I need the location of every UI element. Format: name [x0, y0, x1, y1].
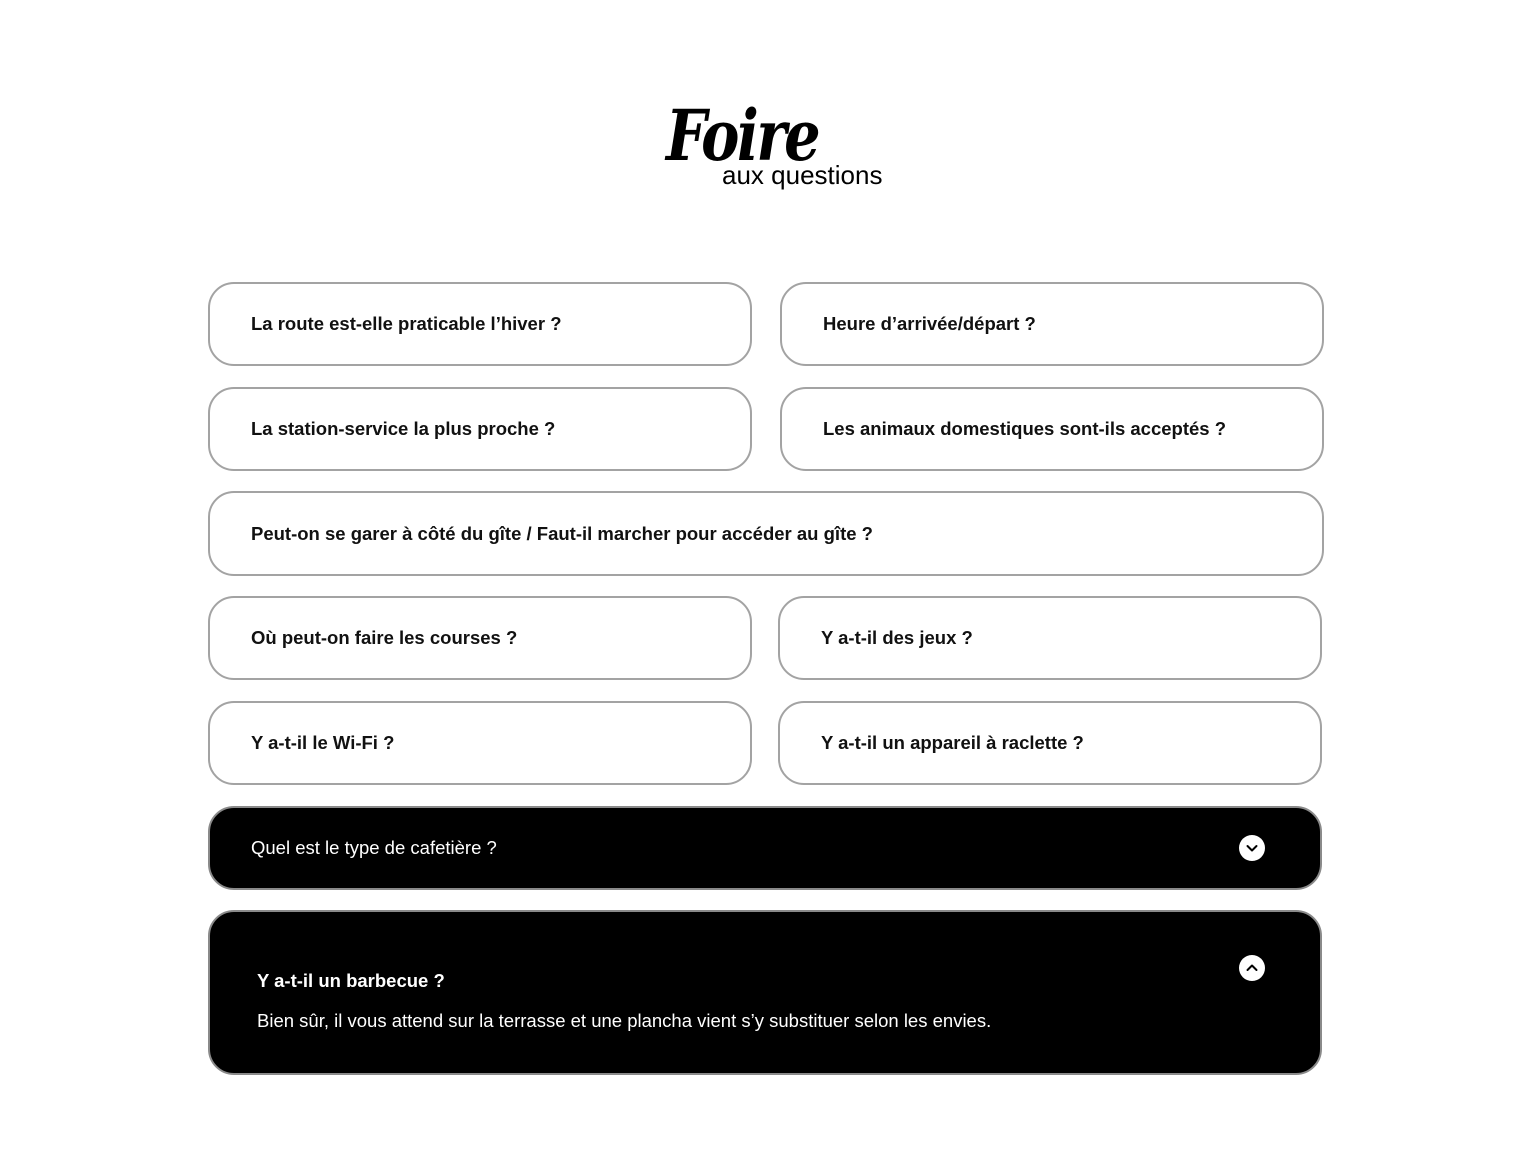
faq-question: Les animaux domestiques sont-ils accepté… [823, 418, 1227, 439]
page-title-sub: aux questions [722, 160, 883, 190]
faq-item-arrival-departure[interactable]: Heure d’arrivée/départ ? [780, 282, 1324, 366]
faq-question: Peut-on se garer à côté du gîte / Faut-i… [251, 522, 873, 544]
page-title: Foire aux questions [664, 96, 904, 206]
faq-question: La route est-elle praticable l’hiver ? [251, 313, 562, 334]
faq-question: Quel est le type de cafetière ? [251, 837, 497, 858]
faq-question: La station-service la plus proche ? [251, 418, 556, 439]
faq-item-parking[interactable]: Peut-on se garer à côté du gîte / Faut-i… [208, 491, 1324, 576]
faq-question: Y a-t-il des jeux ? [821, 627, 973, 648]
faq-item-barbecue[interactable]: Y a-t-il un barbecue ? Bien sûr, il vous… [208, 910, 1322, 1075]
faq-item-groceries[interactable]: Où peut-on faire les courses ? [208, 596, 752, 680]
faq-item-games[interactable]: Y a-t-il des jeux ? [778, 596, 1322, 680]
chevron-down-icon[interactable] [1239, 835, 1265, 861]
faq-item-gas-station[interactable]: La station-service la plus proche ? [208, 387, 752, 471]
faq-question: Y a-t-il un appareil à raclette ? [821, 732, 1084, 753]
chevron-up-icon[interactable] [1239, 955, 1265, 981]
faq-question: Où peut-on faire les courses ? [251, 627, 518, 648]
faq-item-wifi[interactable]: Y a-t-il le Wi-Fi ? [208, 701, 752, 785]
faq-question: Y a-t-il un barbecue ? [257, 970, 445, 991]
faq-item-pets[interactable]: Les animaux domestiques sont-ils accepté… [780, 387, 1324, 471]
faq-item-coffee-maker[interactable]: Quel est le type de cafetière ? [208, 806, 1322, 890]
faq-question: Heure d’arrivée/départ ? [823, 313, 1036, 334]
faq-question: Y a-t-il le Wi-Fi ? [251, 732, 395, 753]
faq-item-winter-road[interactable]: La route est-elle praticable l’hiver ? [208, 282, 752, 366]
faq-answer: Bien sûr, il vous attend sur la terrasse… [257, 1010, 992, 1031]
faq-item-raclette[interactable]: Y a-t-il un appareil à raclette ? [778, 701, 1322, 785]
